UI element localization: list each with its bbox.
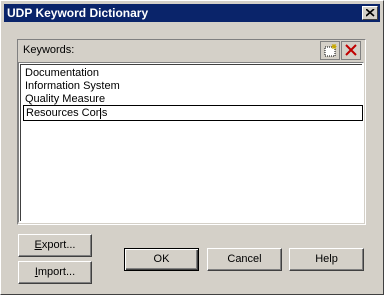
import-label: mport... xyxy=(37,266,76,278)
import-button[interactable]: Import... xyxy=(18,261,92,284)
dialog-window: UDP Keyword Dictionary Keywords: Documen… xyxy=(0,0,384,295)
keyword-edit-text: Resources Cons xyxy=(26,107,108,119)
title-bar[interactable]: UDP Keyword Dictionary xyxy=(4,4,380,22)
list-item[interactable]: Information System xyxy=(25,80,120,93)
keywords-label: Keywords: xyxy=(23,44,75,56)
delete-keyword-button[interactable] xyxy=(341,41,361,60)
window-title: UDP Keyword Dictionary xyxy=(7,6,149,20)
help-button[interactable]: Help xyxy=(289,248,364,271)
text-caret xyxy=(100,108,101,119)
export-mnemonic: E xyxy=(34,239,42,251)
cancel-button[interactable]: Cancel xyxy=(207,248,282,271)
list-item[interactable]: Documentation xyxy=(25,67,99,80)
close-icon xyxy=(366,9,375,17)
new-item-icon xyxy=(324,44,337,57)
keywords-list-area: Documentation Information System Quality… xyxy=(20,64,363,221)
delete-icon xyxy=(345,44,357,56)
export-button[interactable]: Export... xyxy=(18,234,92,257)
new-keyword-button[interactable] xyxy=(320,41,340,60)
ok-button[interactable]: OK xyxy=(124,248,199,271)
keyword-edit-field[interactable]: Resources Cons xyxy=(23,105,363,121)
close-button[interactable] xyxy=(362,6,378,20)
export-label: xport... xyxy=(41,239,76,251)
keywords-listbox[interactable]: Documentation Information System Quality… xyxy=(18,62,364,223)
